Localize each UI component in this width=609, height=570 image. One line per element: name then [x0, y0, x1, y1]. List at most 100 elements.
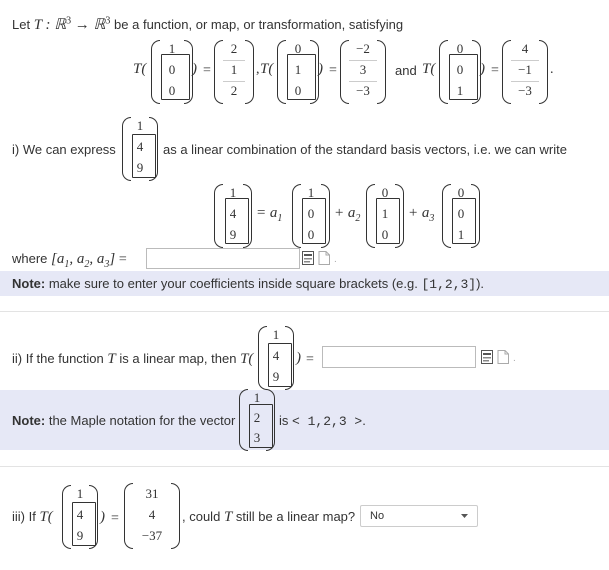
br: , a — [69, 251, 85, 267]
plus: + a — [408, 205, 430, 221]
part-i-text: as a linear combination of the standard … — [163, 142, 567, 157]
eq-sign: = a — [256, 205, 278, 221]
cell: 9 — [136, 160, 144, 175]
part-iii-question: , could T still be a linear map? — [182, 509, 355, 526]
given-out1-vector: 2 1 2 — [214, 40, 254, 104]
close-paren: ) — [100, 509, 105, 525]
where-line: where [a1, a2, a3] = — [12, 251, 127, 270]
sub: 1 — [277, 213, 283, 224]
divider-2 — [0, 466, 609, 467]
br: , a — [89, 251, 105, 267]
document-icon[interactable] — [497, 350, 509, 364]
T-symbol: T — [107, 351, 116, 367]
T-call: T( — [39, 509, 53, 525]
preview-icon[interactable] — [481, 350, 493, 364]
note-end: ). — [476, 276, 485, 291]
chevron-down-icon — [461, 514, 468, 518]
sub: 3 — [429, 213, 435, 224]
cell: 9 — [76, 528, 84, 543]
note-code: [1,2,3] — [421, 277, 477, 292]
br: [a — [51, 251, 65, 267]
preview-icon[interactable] — [302, 251, 314, 265]
e3-vector: 0 0 1 — [442, 184, 480, 248]
part-ii-vector: 1 4 9 — [258, 326, 294, 390]
eq-sign: = — [118, 252, 127, 267]
cell: −1 — [518, 62, 532, 77]
part-iii-output-vector: 31 4 −37 — [124, 483, 180, 549]
given-T1: T( — [133, 61, 147, 77]
cell: 9 — [272, 369, 280, 384]
eq-a3: + a3 — [408, 205, 434, 224]
intro-arrow: → ℝ — [74, 17, 106, 33]
note-is: is — [279, 413, 289, 428]
cell: 0 — [456, 62, 464, 77]
cell: 1 — [229, 185, 237, 200]
part-ii-mid: is a linear map, then — [119, 351, 237, 366]
plus: + a — [334, 205, 356, 221]
linear-map-result-input[interactable] — [322, 346, 476, 368]
where-label: where — [12, 251, 48, 266]
coefficients-input[interactable] — [146, 248, 300, 269]
eq-sign: = — [306, 352, 314, 367]
period-dot: . — [513, 353, 516, 364]
note-label: Note: — [12, 276, 46, 291]
cell: 0 — [457, 185, 465, 200]
cell: 4 — [148, 507, 156, 522]
note-vector: 1 2 3 — [239, 389, 275, 451]
given-T3: T( — [422, 61, 436, 77]
sub: 2 — [355, 213, 361, 224]
given-eq2: = — [329, 63, 337, 78]
cell: 1 — [168, 41, 176, 56]
cell: 0 — [307, 227, 315, 242]
cell: 0 — [307, 206, 315, 221]
cell: 4 — [521, 41, 529, 56]
cell: −2 — [356, 41, 370, 56]
linear-map-select[interactable]: No — [360, 505, 478, 527]
cell: 1 — [456, 83, 464, 98]
cell: 1 — [381, 206, 389, 221]
cell: −3 — [518, 83, 532, 98]
given-out2-vector: −2 3 −3 — [340, 40, 386, 104]
given-close3: ) — [480, 61, 485, 77]
note-label: Note: — [12, 413, 46, 428]
eq-lhs-vector: 1 4 9 — [214, 184, 252, 248]
note-text: the Maple notation for the vector — [48, 413, 236, 428]
cell: 1 — [272, 327, 280, 342]
cell: −3 — [356, 83, 370, 98]
cell: 0 — [381, 227, 389, 242]
cell: 1 — [253, 390, 261, 405]
cell: 0 — [456, 41, 464, 56]
cell: 31 — [145, 486, 159, 501]
q-end: still be a linear map? — [235, 509, 356, 524]
cell: 4 — [136, 139, 144, 154]
intro-exp2: 3 — [105, 15, 111, 27]
q-start: , could — [182, 509, 221, 524]
given-in1-vector: 1 0 0 — [151, 40, 193, 104]
cell: 3 — [253, 430, 261, 445]
given-close2: ) — [318, 61, 323, 77]
given-T2: T( — [260, 61, 274, 77]
cell: 0 — [294, 41, 302, 56]
T-symbol: T — [223, 509, 233, 525]
given-period: . — [550, 62, 554, 77]
intro-exp1: 3 — [66, 15, 72, 27]
part-iii-vector: 1 4 9 — [62, 485, 98, 549]
close-paren: ) — [296, 350, 301, 366]
document-icon[interactable] — [318, 251, 330, 265]
part-ii-label: ii) If the function — [12, 351, 104, 366]
part-iii-line: iii) If T( — [12, 509, 53, 526]
select-value: No — [370, 510, 385, 522]
cell: 1 — [136, 118, 144, 133]
given-out3-vector: 4 −1 −3 — [502, 40, 548, 104]
part-i-label: i) We can express — [12, 142, 116, 157]
note-end: . — [362, 413, 366, 428]
cell: 9 — [229, 227, 237, 242]
e2-vector: 0 1 0 — [366, 184, 404, 248]
T-call: T( — [240, 351, 254, 367]
coeff-vector-label: [a1, a2, a3] — [51, 251, 115, 270]
divider-1 — [0, 311, 609, 312]
cell: 0 — [168, 83, 176, 98]
cell: 1 — [457, 227, 465, 242]
cell: 2 — [230, 41, 238, 56]
given-eq3: = — [491, 63, 499, 78]
